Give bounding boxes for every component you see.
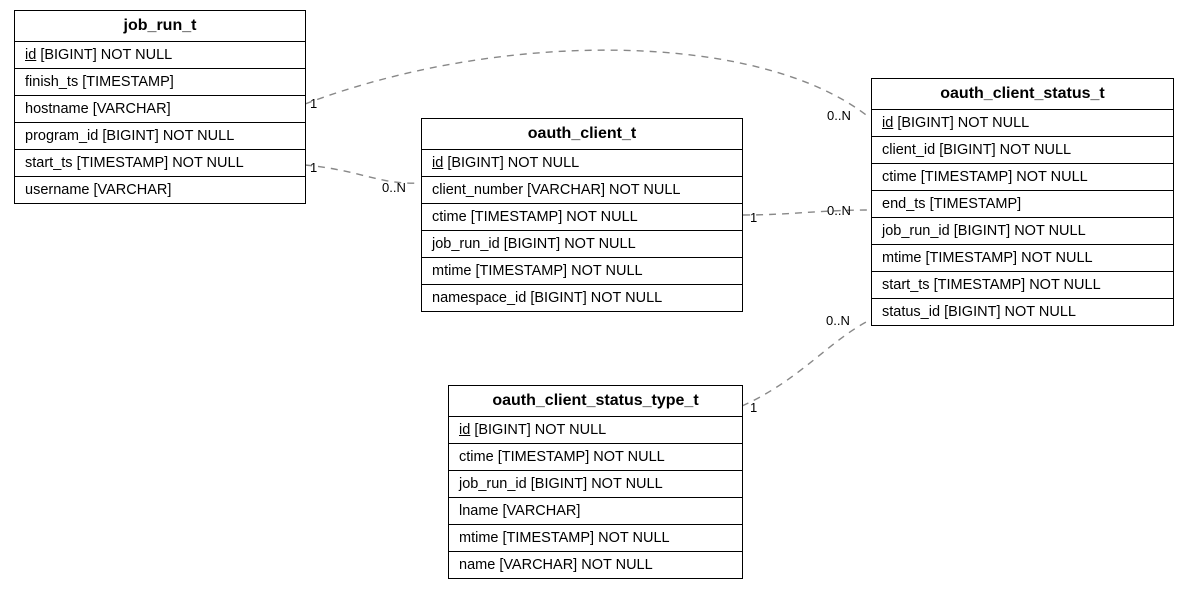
column-row: finish_ts [TIMESTAMP] [15, 69, 305, 96]
column-row: mtime [TIMESTAMP] NOT NULL [422, 258, 742, 285]
column-row: job_run_id [BIGINT] NOT NULL [872, 218, 1173, 245]
column-row: id [BIGINT] NOT NULL [872, 110, 1173, 137]
card-label-4b: 0..N [826, 313, 850, 328]
entity-title: job_run_t [15, 11, 305, 42]
column-row: end_ts [TIMESTAMP] [872, 191, 1173, 218]
column-row: name [VARCHAR] NOT NULL [449, 552, 742, 578]
card-label-1a: 1 [310, 96, 317, 111]
column-row: program_id [BIGINT] NOT NULL [15, 123, 305, 150]
card-label-2a: 1 [310, 160, 317, 175]
column-row: job_run_id [BIGINT] NOT NULL [422, 231, 742, 258]
rel-statustype-clientstatus [742, 320, 870, 406]
card-label-4a: 1 [750, 400, 757, 415]
entity-oauth-client-t: oauth_client_t id [BIGINT] NOT NULL clie… [421, 118, 743, 312]
rel-jobrun-clientstatus [305, 50, 870, 118]
column-row: id [BIGINT] NOT NULL [15, 42, 305, 69]
column-row: client_number [VARCHAR] NOT NULL [422, 177, 742, 204]
column-row: mtime [TIMESTAMP] NOT NULL [449, 525, 742, 552]
card-label-1b: 0..N [827, 108, 851, 123]
card-label-3b: 0..N [827, 203, 851, 218]
column-row: status_id [BIGINT] NOT NULL [872, 299, 1173, 325]
rel-client-clientstatus [743, 210, 870, 215]
column-row: mtime [TIMESTAMP] NOT NULL [872, 245, 1173, 272]
card-label-3a: 1 [750, 210, 757, 225]
column-row: ctime [TIMESTAMP] NOT NULL [449, 444, 742, 471]
column-row: username [VARCHAR] [15, 177, 305, 203]
column-row: hostname [VARCHAR] [15, 96, 305, 123]
entity-title: oauth_client_status_t [872, 79, 1173, 110]
entity-job-run-t: job_run_t id [BIGINT] NOT NULL finish_ts… [14, 10, 306, 204]
column-row: ctime [TIMESTAMP] NOT NULL [422, 204, 742, 231]
column-row: lname [VARCHAR] [449, 498, 742, 525]
column-row: id [BIGINT] NOT NULL [449, 417, 742, 444]
column-row: job_run_id [BIGINT] NOT NULL [449, 471, 742, 498]
entity-oauth-client-status-type-t: oauth_client_status_type_t id [BIGINT] N… [448, 385, 743, 579]
column-row: ctime [TIMESTAMP] NOT NULL [872, 164, 1173, 191]
column-row: namespace_id [BIGINT] NOT NULL [422, 285, 742, 311]
entity-title: oauth_client_status_type_t [449, 386, 742, 417]
entity-title: oauth_client_t [422, 119, 742, 150]
column-row: start_ts [TIMESTAMP] NOT NULL [15, 150, 305, 177]
column-row: start_ts [TIMESTAMP] NOT NULL [872, 272, 1173, 299]
entity-oauth-client-status-t: oauth_client_status_t id [BIGINT] NOT NU… [871, 78, 1174, 326]
column-row: client_id [BIGINT] NOT NULL [872, 137, 1173, 164]
card-label-2b: 0..N [382, 180, 406, 195]
column-row: id [BIGINT] NOT NULL [422, 150, 742, 177]
